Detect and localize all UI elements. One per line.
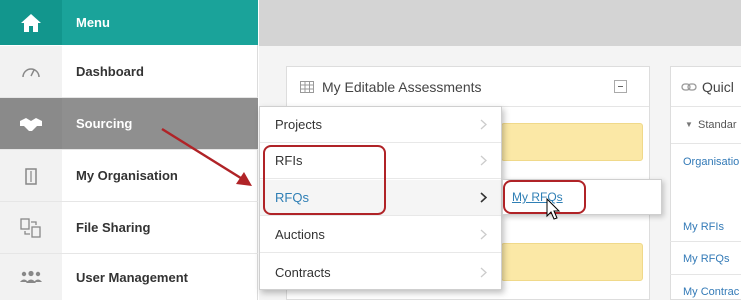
collapse-button[interactable] xyxy=(614,80,627,93)
sidebar-item-my-organisation[interactable]: My Organisation xyxy=(0,150,258,202)
quick-link-my-rfis[interactable]: My RFIs xyxy=(683,221,724,233)
dropdown-item-label: Auctions xyxy=(275,227,325,242)
dropdown-item-contracts[interactable]: Contracts xyxy=(260,254,501,290)
sidebar-item-sourcing[interactable]: Sourcing xyxy=(0,98,258,150)
top-bar xyxy=(259,0,741,46)
sidebar-menu-header[interactable]: Menu xyxy=(0,0,258,45)
sidebar-item-label: My Organisation xyxy=(76,168,178,183)
building-icon xyxy=(25,167,37,185)
divider xyxy=(670,241,741,242)
sidebar-item-label: User Management xyxy=(76,269,188,285)
notice-box xyxy=(501,243,643,281)
link-icon xyxy=(681,82,697,91)
notice-box xyxy=(501,123,643,161)
sidebar: Menu Dashboard Sourcing My Organisation xyxy=(0,0,258,300)
home-icon xyxy=(21,13,41,32)
sidebar-item-label: Sourcing xyxy=(76,116,133,131)
chevron-right-icon xyxy=(480,217,487,252)
dropdown-item-label: Contracts xyxy=(275,264,331,280)
gauge-icon xyxy=(22,67,40,77)
sidebar-item-file-sharing[interactable]: File Sharing xyxy=(0,202,258,254)
dropdown-item-auctions[interactable]: Auctions xyxy=(260,217,501,253)
quick-link-my-contracts[interactable]: My Contrac xyxy=(683,286,739,298)
dropdown-item-projects[interactable]: Projects xyxy=(260,107,501,143)
sidebar-item-user-management[interactable]: User Management xyxy=(0,254,258,300)
sidebar-item-label: File Sharing xyxy=(76,220,151,235)
highlight-box-my-rfqs xyxy=(503,180,586,214)
chevron-right-icon xyxy=(480,180,487,215)
quick-panel-title: Quicl xyxy=(702,78,734,95)
home-icon-cell xyxy=(0,0,62,45)
dropdown-item-label: Projects xyxy=(275,117,322,132)
sidebar-menu-label: Menu xyxy=(76,15,110,30)
quick-panel-header: Quicl xyxy=(671,67,741,107)
chevron-right-icon xyxy=(480,143,487,178)
chevron-right-icon xyxy=(480,107,487,142)
file-share-icon xyxy=(20,217,41,238)
quick-link-my-rfqs[interactable]: My RFQs xyxy=(683,253,729,265)
standard-section-header[interactable]: ▼ Standar xyxy=(671,108,741,144)
standard-label: Standar xyxy=(698,119,737,131)
panel-title: My Editable Assessments xyxy=(322,78,482,95)
divider xyxy=(670,274,741,275)
users-icon xyxy=(20,270,42,283)
chevron-right-icon xyxy=(480,254,487,290)
quick-link-organisation[interactable]: Organisatio xyxy=(683,156,739,168)
panel-header: My Editable Assessments xyxy=(287,67,649,107)
handshake-icon xyxy=(20,117,42,131)
sidebar-item-dashboard[interactable]: Dashboard xyxy=(0,46,258,98)
caret-down-icon: ▼ xyxy=(685,120,693,129)
table-icon xyxy=(300,80,314,93)
highlight-box-rfis-rfqs xyxy=(263,145,386,215)
minus-icon xyxy=(618,86,623,87)
sidebar-item-label: Dashboard xyxy=(76,64,144,79)
